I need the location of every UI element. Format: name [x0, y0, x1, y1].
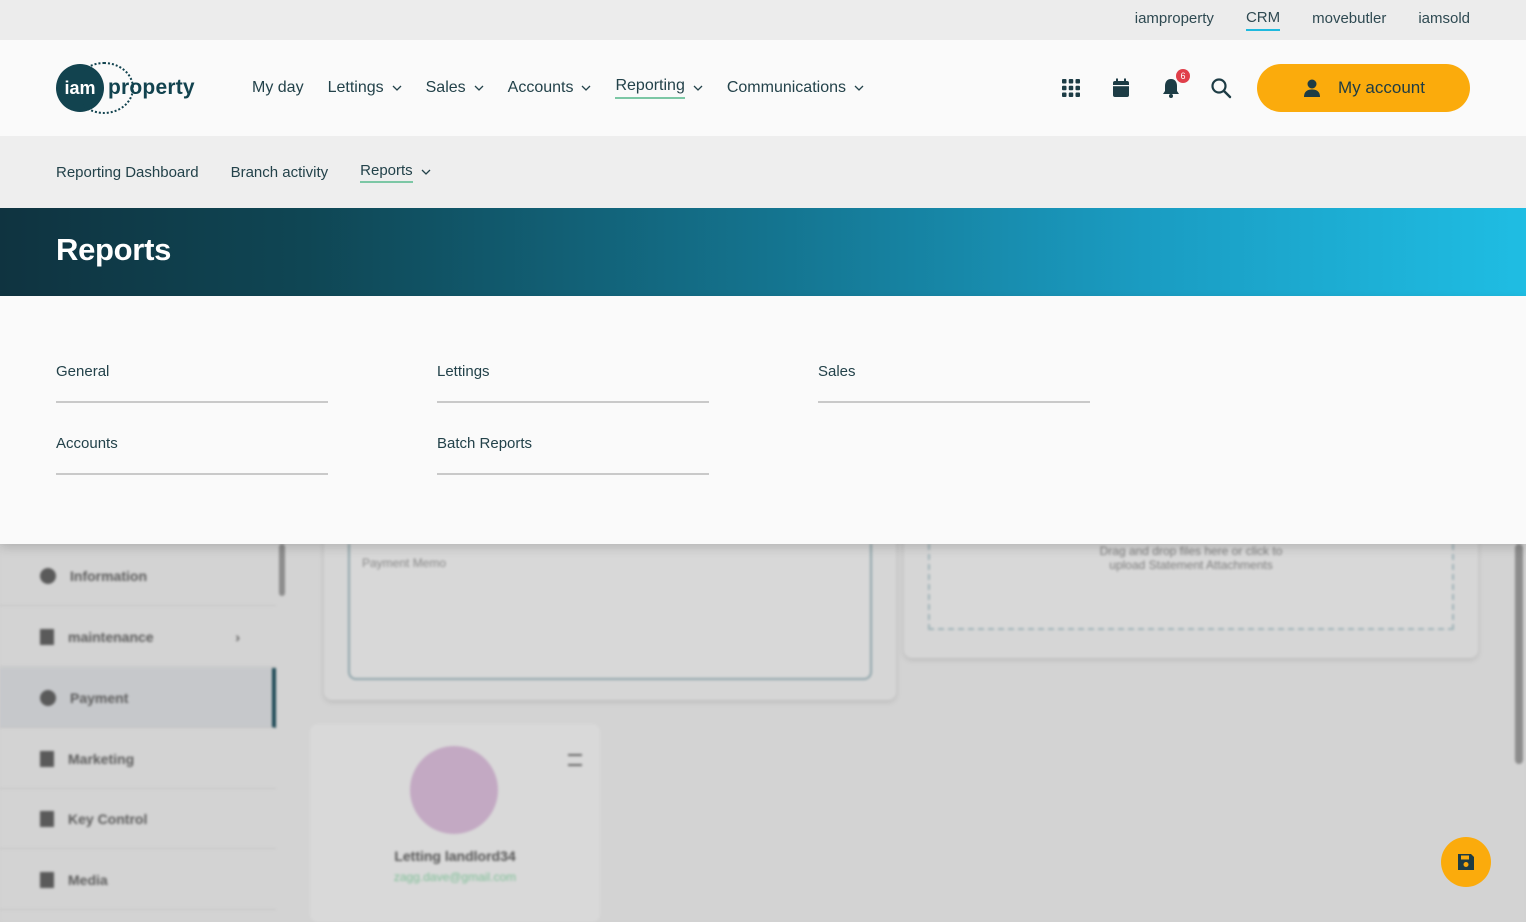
nav-communications[interactable]: Communications — [727, 79, 864, 97]
bookmark-icon — [40, 750, 54, 767]
landlord-card: Letting landlord34 zagg.dave@gmail.com — [310, 724, 600, 922]
background-sidebar: Information maintenance › Payment Marketi… — [0, 544, 285, 922]
calendar-icon[interactable] — [1110, 77, 1132, 99]
link-movebutler[interactable]: movebutler — [1312, 10, 1386, 30]
contact-name: Letting landlord34 — [394, 848, 516, 864]
report-group-batch-reports[interactable]: Batch Reports — [437, 435, 709, 475]
sidebar-item-key-control: Key Control — [0, 789, 276, 849]
nav-accounts[interactable]: Accounts — [508, 79, 592, 97]
attachments-dropzone: Drag and drop files here or click to upl… — [928, 544, 1454, 630]
search-icon[interactable] — [1210, 77, 1232, 99]
report-group-lettings[interactable]: Lettings — [437, 363, 709, 403]
contact-email: zagg.dave@gmail.com — [393, 870, 517, 884]
my-account-label: My account — [1338, 78, 1425, 97]
reporting-subnav: Reporting Dashboard Branch activity Repo… — [0, 136, 1526, 208]
nav-lettings[interactable]: Lettings — [328, 79, 402, 97]
notification-badge: 6 — [1176, 69, 1190, 83]
sidebar-scrollbar — [279, 544, 285, 596]
media-icon — [40, 871, 54, 888]
subnav-reports[interactable]: Reports — [360, 162, 431, 183]
page-banner: Reports — [0, 208, 1526, 296]
header-icons: 6 — [1060, 64, 1232, 112]
chevron-down-icon — [693, 85, 703, 91]
chevron-down-icon — [421, 169, 431, 175]
reports-menu-panel: General Lettings Sales Accounts Batch Re… — [0, 296, 1526, 544]
nav-reporting[interactable]: Reporting — [615, 77, 703, 99]
report-group-sales[interactable]: Sales — [818, 363, 1090, 403]
logo-ring — [74, 62, 134, 114]
chevron-down-icon — [474, 85, 484, 91]
sidebar-item-marketing: Marketing — [0, 729, 276, 789]
page-title: Reports — [56, 232, 172, 267]
chevron-down-icon — [392, 85, 402, 91]
background-page: Information maintenance › Payment Marketi… — [0, 534, 1526, 922]
report-group-accounts[interactable]: Accounts — [56, 435, 328, 475]
user-icon — [1304, 79, 1321, 97]
report-group-general[interactable]: General — [56, 363, 328, 403]
subnav-branch-activity[interactable]: Branch activity — [231, 164, 329, 181]
nav-my-day[interactable]: My day — [252, 79, 304, 97]
link-iamproperty[interactable]: iamproperty — [1135, 10, 1214, 30]
wrench-icon — [40, 628, 54, 645]
my-account-button[interactable]: My account — [1257, 64, 1470, 112]
brand-links: iamproperty CRM movebutler iamsold — [1135, 0, 1470, 40]
sidebar-item-media: Media — [0, 850, 276, 910]
iamproperty-logo[interactable]: iam property — [56, 62, 201, 114]
menu-icon — [568, 754, 582, 766]
chevron-down-icon — [582, 85, 591, 91]
nav-sales[interactable]: Sales — [426, 79, 484, 97]
chevron-down-icon — [854, 85, 864, 91]
link-iamsold[interactable]: iamsold — [1418, 10, 1470, 30]
sidebar-item-information: Information — [0, 546, 276, 606]
bell-icon[interactable]: 6 — [1160, 69, 1190, 99]
sidebar-item-maintenance: maintenance › — [0, 607, 276, 667]
page-scrollbar — [1515, 544, 1523, 764]
sidebar-item-payment: Payment — [0, 668, 276, 728]
main-header: iam property My day Lettings Sales Accou… — [0, 40, 1526, 136]
chevron-right-icon: › — [235, 628, 240, 645]
payment-icon — [40, 689, 56, 706]
payment-memo-field: Payment Memo — [348, 544, 872, 680]
info-icon — [40, 567, 56, 584]
save-button[interactable] — [1441, 837, 1491, 887]
save-icon — [1458, 854, 1474, 870]
avatar — [410, 746, 498, 834]
subnav-reporting-dashboard[interactable]: Reporting Dashboard — [56, 164, 199, 181]
top-utility-bar: iamproperty CRM movebutler iamsold — [0, 0, 1526, 40]
key-icon — [40, 810, 54, 827]
main-nav: My day Lettings Sales Accounts Reporting… — [252, 40, 864, 136]
link-crm[interactable]: CRM — [1245, 9, 1281, 31]
grid-icon[interactable] — [1060, 77, 1082, 99]
